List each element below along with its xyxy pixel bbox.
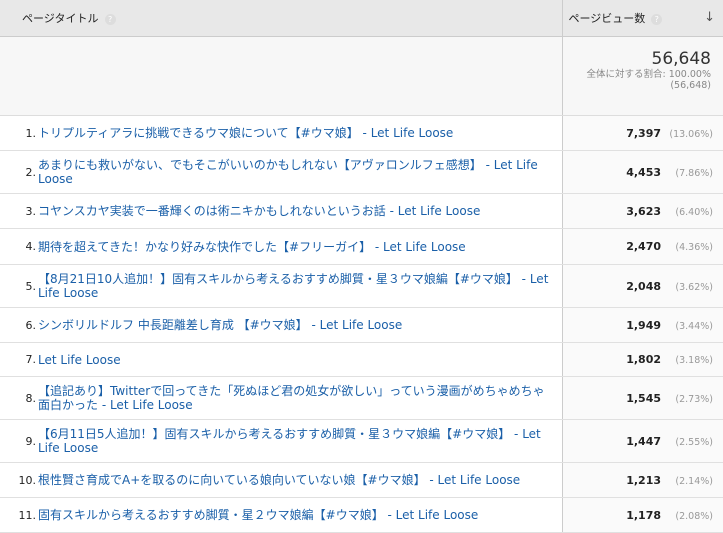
pageviews-cell: 1,178 (2.08%) [561,497,723,533]
pageviews-value: 1,949 [626,318,661,332]
pageviews-value: 2,470 [626,240,661,253]
pageviews-value: 1,213 [626,473,661,487]
row-rank: 8. [0,376,36,420]
page-title-link[interactable]: 【追記あり】Twitterで回ってきた「死ぬほど君の処女が欲しい」っていう漫画が… [36,376,562,420]
pageviews-cell: 1,949 (3.44%) [561,307,723,343]
pageviews-value: 1,447 [626,434,661,448]
page-title-link[interactable]: トリプルティアラに挑戦できるウマ娘について【#ウマ娘】 - Let Life L… [36,115,562,151]
pageviews-percent: (6.40%) [675,206,713,218]
table-row: 1. トリプルティアラに挑戦できるウマ娘について【#ウマ娘】 - Let Lif… [0,115,723,151]
share-label: 全体に対する割合: 100.00% [586,69,712,80]
page-title-link[interactable]: 期待を超えてきた！かなり好みな快作でした【#フリーガイ】 - Let Life … [36,228,562,265]
pageviews-value: 4,453 [626,165,661,179]
table-row: 8. 【追記あり】Twitterで回ってきた「死ぬほど君の処女が欲しい」っていう… [0,376,723,420]
pageviews-percent: (2.55%) [675,436,713,448]
table-row: 11. 固有スキルから考えるおすすめ脚質・星２ウマ娘編【#ウマ娘】 - Let … [0,497,723,533]
pageviews-cell: 1,213 (2.14%) [561,462,723,498]
pageviews-value: 1,178 [626,508,661,522]
pageviews-percent: (3.44%) [675,320,713,332]
pageviews-percent: (7.86%) [675,167,713,179]
pageviews-cell: 1,802 (3.18%) [561,342,723,377]
pageviews-cell: 7,397 (13.06%) [561,115,723,151]
pageviews-cell: 2,470 (4.36%) [561,228,723,265]
share-total: (56,648) [670,80,711,91]
table-row: 5. 【8月21日10人追加！】固有スキルから考えるおすすめ脚質・星３ウマ娘編【… [0,264,723,308]
pageviews-percent: (3.18%) [675,355,713,366]
pageviews-cell: 3,623 (6.40%) [561,193,723,229]
page-title-link[interactable]: コヤンスカヤ実装で一番輝くのは術ニキかもしれないというお話 - Let Life… [36,193,562,229]
page-title-link[interactable]: 【8月21日10人追加！】固有スキルから考えるおすすめ脚質・星３ウマ娘編【#ウマ… [36,264,562,308]
pageviews-value: 7,397 [626,126,661,140]
pageviews-cell: 4,453 (7.86%) [561,150,723,194]
row-rank: 1. [0,115,36,151]
pageviews-cell: 2,048 (3.62%) [561,264,723,308]
pageviews-percent: (3.62%) [675,281,713,293]
help-icon[interactable]: ? [651,13,663,25]
pageviews-percent: (2.14%) [675,475,713,487]
page-title-link[interactable]: Let Life Loose [36,342,562,377]
row-rank: 3. [0,193,36,229]
page-title-link[interactable]: シンボリルドルフ 中長距離差し育成 【#ウマ娘】 - Let Life Loos… [36,307,562,343]
page-title-column-header[interactable]: ページタイトル? [0,0,562,37]
pageviews-column-header[interactable]: ページビュー数? ↓ [561,0,723,37]
pageviews-percent: (2.08%) [675,510,713,522]
pageviews-value: 1,545 [626,391,661,405]
pageviews-header-label: ページビュー数 [568,12,646,25]
total-pageviews: 56,648 [651,49,711,69]
table-row: 7. Let Life Loose 1,802 (3.18%) [0,342,723,377]
table-row: 6. シンボリルドルフ 中長距離差し育成 【#ウマ娘】 - Let Life L… [0,307,723,343]
sort-descending-icon[interactable]: ↓ [704,10,715,25]
row-rank: 7. [0,342,36,377]
pageviews-cell: 1,545 (2.73%) [561,376,723,420]
page-title-link[interactable]: あまりにも救いがない、でもそこがいいのかもしれない【アヴァロンルフェ感想】 - … [36,150,562,194]
row-rank: 5. [0,264,36,308]
summary-row: 56,648 全体に対する割合: 100.00% (56,648) [0,36,723,116]
page-title-link[interactable]: 【6月11日5人追加！】固有スキルから考えるおすすめ脚質・星３ウマ娘編【#ウマ娘… [36,419,562,463]
pageviews-value: 2,048 [626,279,661,293]
table-row: 10. 根性賢さ育成でA+を取るのに向いている娘向いていない娘【#ウマ娘】 - … [0,462,723,498]
row-rank: 4. [0,228,36,265]
pageviews-percent: (4.36%) [675,242,713,253]
row-rank: 9. [0,419,36,463]
help-icon[interactable]: ? [104,13,116,25]
pageviews-value: 3,623 [626,204,661,218]
pageviews-percent: (13.06%) [669,128,713,140]
page-title-link[interactable]: 固有スキルから考えるおすすめ脚質・星２ウマ娘編【#ウマ娘】 - Let Life… [36,497,562,533]
table-row: 2. あまりにも救いがない、でもそこがいいのかもしれない【アヴァロンルフェ感想】… [0,150,723,194]
table-row: 3. コヤンスカヤ実装で一番輝くのは術ニキかもしれないというお話 - Let L… [0,193,723,229]
row-rank: 10. [0,462,36,498]
row-rank: 6. [0,307,36,343]
pageviews-percent: (2.73%) [675,393,713,405]
row-rank: 2. [0,150,36,194]
row-rank: 11. [0,497,36,533]
table-row: 9. 【6月11日5人追加！】固有スキルから考えるおすすめ脚質・星３ウマ娘編【#… [0,419,723,463]
pageviews-value: 1,802 [626,353,661,366]
page-title-header-label: ページタイトル [22,12,99,25]
pageviews-cell: 1,447 (2.55%) [561,419,723,463]
page-title-link[interactable]: 根性賢さ育成でA+を取るのに向いている娘向いていない娘【#ウマ娘】 - Let … [36,462,562,498]
pageviews-table: ページタイトル? ページビュー数? ↓ 56,648 全体に対する割合: 100.0… [0,0,723,533]
table-row: 4. 期待を超えてきた！かなり好みな快作でした【#フリーガイ】 - Let Li… [0,228,723,265]
